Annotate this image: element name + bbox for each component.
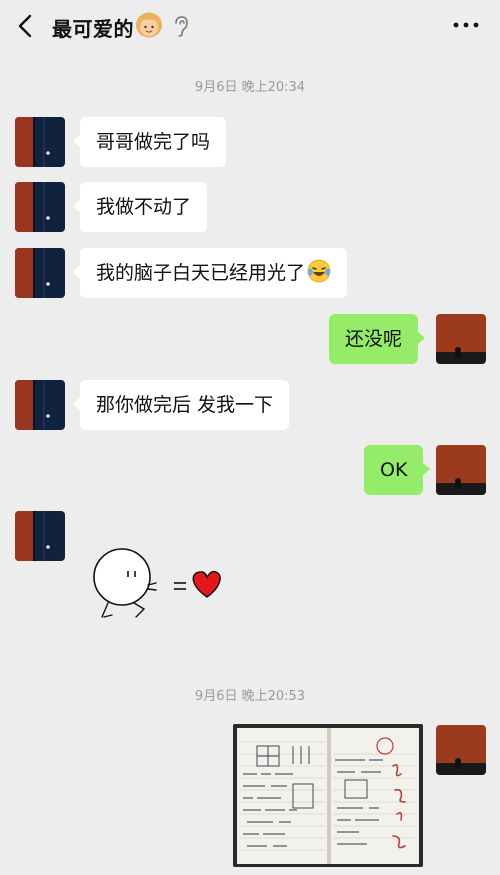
chat-title: 最可爱的 <box>52 17 134 41</box>
outgoing-message[interactable]: 还没呢 <box>329 314 426 364</box>
door-picture-icon <box>15 182 65 232</box>
laughing-tears-emoji <box>307 259 331 283</box>
chevron-left-icon[interactable] <box>14 12 38 40</box>
contact-avatar[interactable] <box>15 182 65 232</box>
door-picture-icon <box>15 511 65 561</box>
notebook-photo-image <box>233 724 423 867</box>
incoming-message[interactable]: 哥哥做完了吗 <box>72 117 227 167</box>
running-to-heart-sticker[interactable] <box>90 545 230 625</box>
my-avatar[interactable] <box>436 725 486 775</box>
contact-avatar[interactable] <box>15 117 65 167</box>
ear-icon <box>175 16 188 37</box>
outgoing-message[interactable]: OK <box>364 445 431 495</box>
red-wall-picture-icon <box>436 445 486 495</box>
contact-avatar[interactable] <box>15 511 65 561</box>
chat-header: 最可爱的 <box>0 0 500 52</box>
homework-photo-message[interactable] <box>233 724 423 867</box>
incoming-message[interactable]: 我的脑子白天已经用光了 <box>72 248 348 298</box>
message-text: 我的脑子白天已经用光了 <box>96 262 306 284</box>
incoming-message[interactable]: 我做不动了 <box>72 182 208 232</box>
door-picture-icon <box>15 117 65 167</box>
girl-face-emoji <box>136 12 162 38</box>
timestamp: 9月6日 晚上20:34 <box>194 80 306 95</box>
more-dots-icon[interactable] <box>452 20 480 30</box>
my-avatar[interactable] <box>436 314 486 364</box>
incoming-message[interactable]: 那你做完后 发我一下 <box>72 380 290 430</box>
red-wall-picture-icon <box>436 314 486 364</box>
timestamp: 9月6日 晚上20:53 <box>194 689 306 704</box>
my-avatar[interactable] <box>436 445 486 495</box>
door-picture-icon <box>15 380 65 430</box>
contact-avatar[interactable] <box>15 380 65 430</box>
door-picture-icon <box>15 248 65 298</box>
red-wall-picture-icon <box>436 725 486 775</box>
contact-avatar[interactable] <box>15 248 65 298</box>
